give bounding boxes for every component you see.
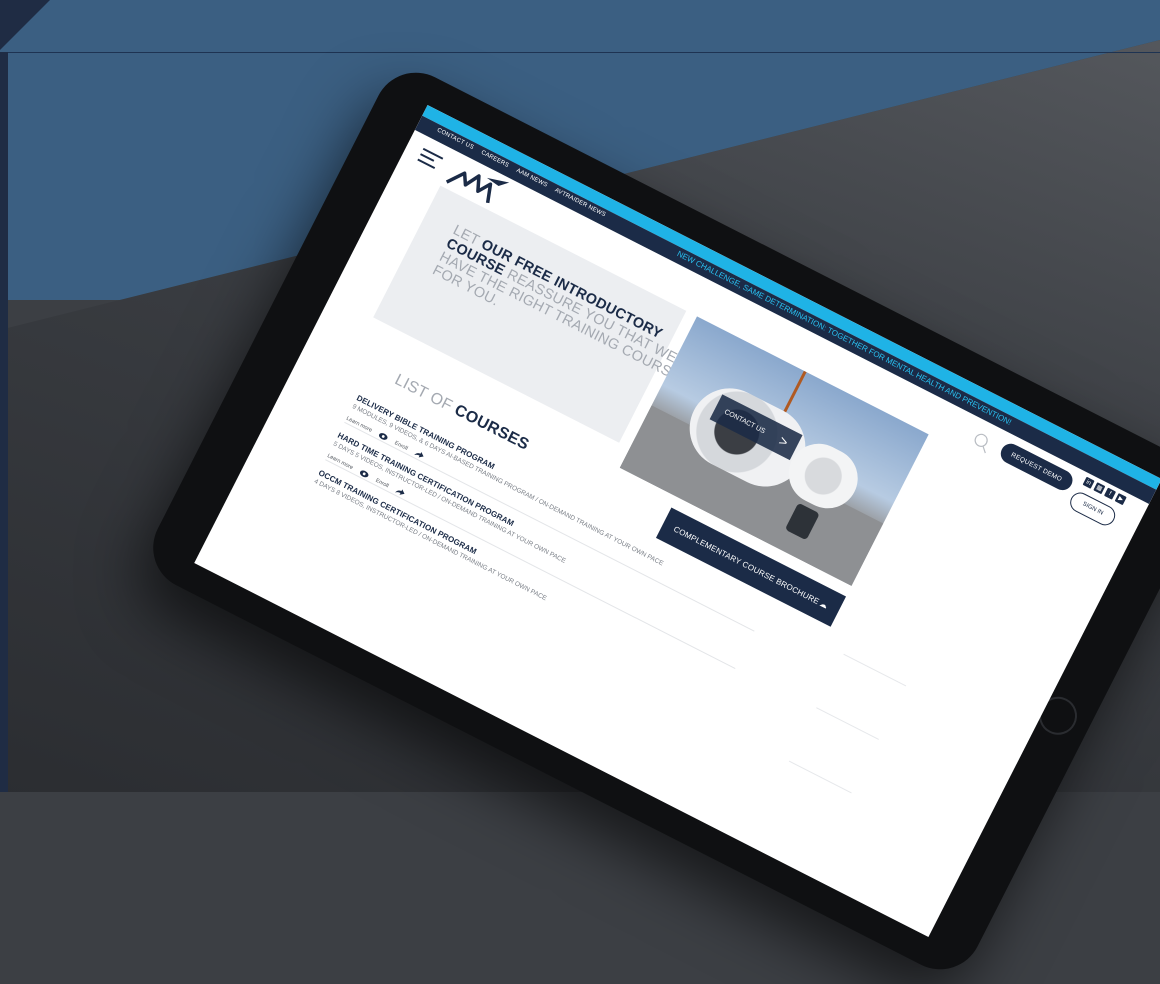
- table-row-line: [816, 707, 879, 740]
- search-icon[interactable]: [970, 430, 994, 454]
- youtube-icon[interactable]: ▶: [1114, 493, 1127, 506]
- cloud-download-icon: ☁: [818, 598, 830, 611]
- top-divider-line: [0, 52, 1160, 53]
- linkedin-icon[interactable]: in: [1082, 476, 1095, 489]
- table-row-line: [843, 653, 907, 687]
- table-row-line: [788, 760, 852, 794]
- list-title-light: LIST OF: [391, 371, 460, 417]
- facebook-icon[interactable]: f: [1103, 487, 1117, 500]
- chevron-right-icon: >: [776, 432, 791, 451]
- hamburger-menu-icon[interactable]: [417, 147, 444, 170]
- corner-accent: [0, 0, 50, 50]
- left-accent-bar: [0, 52, 8, 792]
- instagram-icon[interactable]: ▦: [1093, 482, 1106, 495]
